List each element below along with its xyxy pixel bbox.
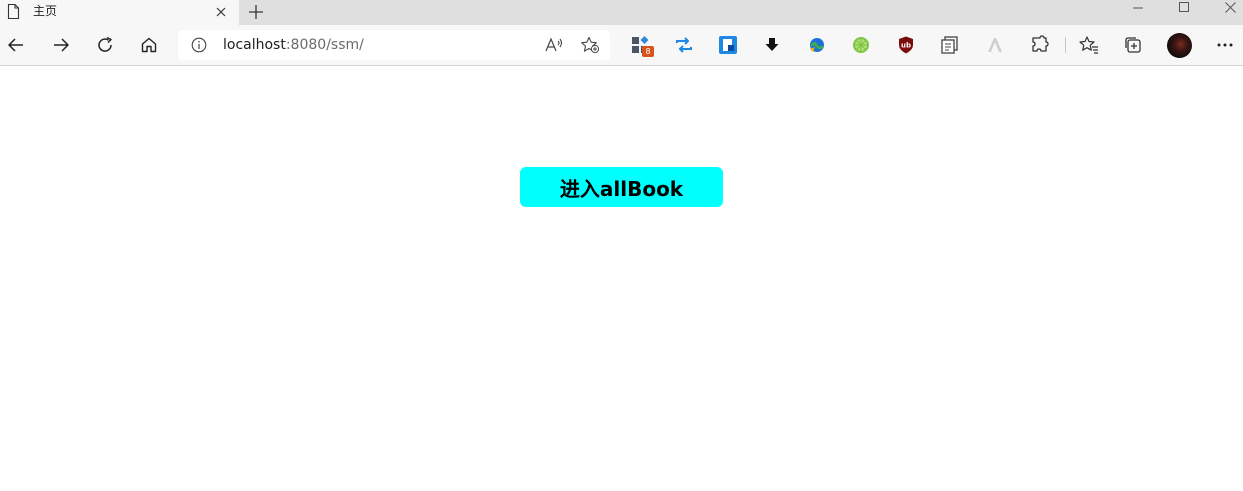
info-icon[interactable] [191, 37, 207, 53]
url-host: localhost [223, 37, 286, 53]
reload-button[interactable] [91, 31, 119, 59]
tab-strip: 主页 [0, 0, 1243, 25]
collections-icon [1125, 37, 1141, 53]
minimize-button[interactable] [1116, 0, 1160, 14]
add-favorite-button[interactable] [579, 35, 601, 55]
extension-icon [810, 38, 824, 52]
new-tab-button[interactable] [245, 1, 267, 23]
more-icon [1217, 43, 1233, 47]
home-icon [141, 37, 157, 53]
plus-icon [249, 5, 263, 19]
toolbar-separator [1065, 37, 1066, 53]
home-button[interactable] [135, 31, 163, 59]
extension-icon [853, 37, 869, 53]
favorites-icon [1079, 36, 1098, 54]
reload-icon [98, 36, 112, 52]
extension-button-4[interactable] [761, 34, 783, 56]
extension-button-6[interactable] [850, 34, 872, 56]
browser-toolbar: localhost:8080/ssm/ 8 ub [0, 25, 1243, 66]
extension-icon [1032, 35, 1049, 52]
svg-text:ub: ub [901, 42, 911, 50]
extension-button-1[interactable]: 8 [630, 34, 654, 57]
back-arrow-icon [8, 38, 23, 52]
close-icon [216, 7, 226, 17]
window-close-icon [1224, 1, 1236, 13]
maximize-icon [1179, 2, 1189, 12]
extension-button-5[interactable] [806, 34, 828, 56]
extension-icon: ub [899, 36, 913, 54]
url-text[interactable]: localhost:8080/ssm/ [223, 36, 364, 54]
extension-icon [719, 36, 737, 54]
page-content: 进入allBook [0, 66, 1243, 491]
extension-button-9[interactable] [984, 34, 1006, 56]
window-close-button[interactable] [1208, 0, 1243, 14]
minimize-icon [1133, 7, 1143, 9]
collections-button[interactable] [1122, 34, 1144, 56]
extension-icon [765, 38, 779, 51]
extension-button-3[interactable] [717, 34, 739, 56]
read-aloud-icon [545, 37, 563, 52]
browser-window: 主页 localhost:8080/ssm/ 8 ub 进入allBook [0, 0, 1243, 491]
back-button[interactable] [2, 31, 30, 59]
extension-icon [676, 37, 692, 53]
extension-icon [988, 38, 1002, 52]
favorites-button[interactable] [1078, 34, 1100, 56]
page-icon [7, 3, 20, 20]
tab-title: 主页 [33, 4, 58, 18]
more-button[interactable] [1214, 34, 1236, 56]
enter-allbook-button[interactable]: 进入allBook [520, 167, 723, 207]
active-tab[interactable]: 主页 [0, 0, 239, 25]
maximize-button[interactable] [1162, 0, 1206, 14]
extension-button-2[interactable] [673, 34, 695, 56]
url-path: :8080/ssm/ [285, 37, 364, 53]
forward-button[interactable] [47, 31, 75, 59]
extension-icon [941, 36, 958, 54]
profile-avatar[interactable] [1167, 33, 1192, 58]
extension-badge: 8 [642, 46, 654, 57]
forward-arrow-icon [54, 38, 69, 52]
read-aloud-button[interactable] [543, 35, 565, 55]
add-favorite-icon [581, 36, 600, 54]
address-bar[interactable]: localhost:8080/ssm/ [178, 30, 610, 60]
extension-button-7[interactable]: ub [895, 34, 917, 56]
tab-close-button[interactable] [211, 2, 231, 22]
extension-button-8[interactable] [939, 34, 961, 56]
extensions-menu-button[interactable] [1029, 34, 1051, 56]
